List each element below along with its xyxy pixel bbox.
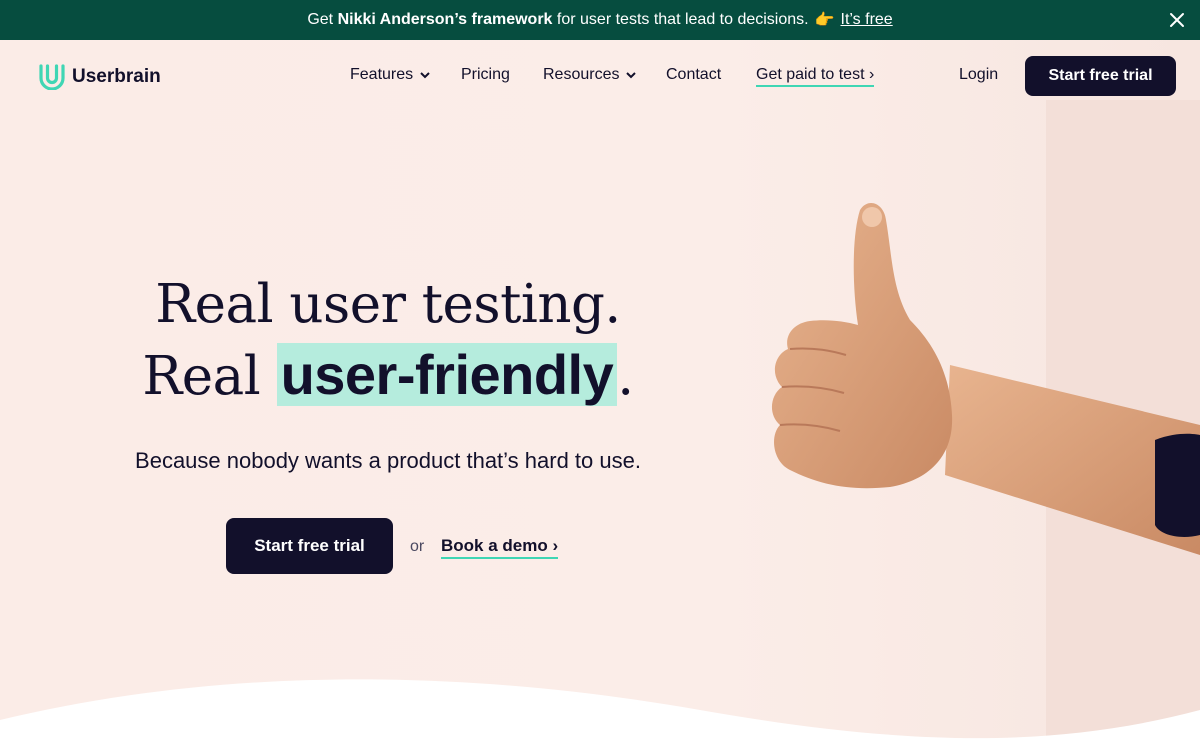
nav-item-label: Resources	[543, 66, 620, 83]
banner-suffix: for user tests that lead to decisions.	[556, 11, 809, 28]
logo-link[interactable]: Userbrain	[38, 64, 161, 90]
main-navigation: Userbrain Features Pricing Resources Con…	[0, 40, 1200, 112]
userbrain-logo-icon	[39, 64, 65, 90]
hero-subheadline: Because nobody wants a product that’s ha…	[135, 448, 641, 473]
nav-start-trial-button[interactable]: Start free trial	[1025, 56, 1176, 96]
hero-headline: Real user testing. Real user-friendly.	[100, 270, 676, 412]
headline-line-2: Real user-friendly.	[100, 340, 676, 412]
nav-item-label: Get paid to test ›	[756, 66, 875, 87]
chevron-down-icon	[626, 72, 637, 79]
nav-item-label: Pricing	[461, 66, 510, 83]
pointing-hand-icon: 👉	[814, 12, 835, 29]
nav-item-resources[interactable]: Resources	[543, 66, 637, 84]
banner-bold-text: Nikki Anderson’s framework	[337, 11, 553, 28]
headline-period: .	[617, 346, 634, 407]
nav-item-get-paid[interactable]: Get paid to test ›	[756, 66, 875, 87]
banner-link[interactable]: It’s free	[841, 11, 893, 29]
nav-item-contact[interactable]: Contact	[666, 66, 721, 84]
chevron-down-icon	[420, 72, 430, 79]
thumbs-up-image	[771, 202, 1200, 555]
headline-line-1: Real user testing.	[155, 274, 621, 335]
or-text: or	[410, 538, 425, 555]
login-label: Login	[959, 66, 999, 83]
hero-section: Userbrain Features Pricing Resources Con…	[0, 40, 1200, 750]
headline-highlight: user-friendly	[276, 343, 618, 406]
banner-prefix: Get	[307, 11, 334, 28]
nav-item-pricing[interactable]: Pricing	[461, 66, 510, 84]
bottom-wave-divider	[0, 679, 1200, 750]
close-icon[interactable]	[1166, 9, 1188, 31]
announcement-banner: Get Nikki Anderson’s framework for user …	[0, 0, 1200, 40]
book-demo-link[interactable]: Book a demo ›	[441, 536, 559, 559]
nav-item-features[interactable]: Features	[350, 66, 431, 84]
headline-prefix: Real	[142, 346, 261, 407]
logo-text: Userbrain	[72, 66, 161, 87]
nav-item-label: Contact	[666, 66, 722, 83]
login-link[interactable]: Login	[959, 66, 998, 84]
nav-item-label: Features	[350, 66, 414, 83]
hero-start-trial-button[interactable]: Start free trial	[226, 518, 393, 574]
